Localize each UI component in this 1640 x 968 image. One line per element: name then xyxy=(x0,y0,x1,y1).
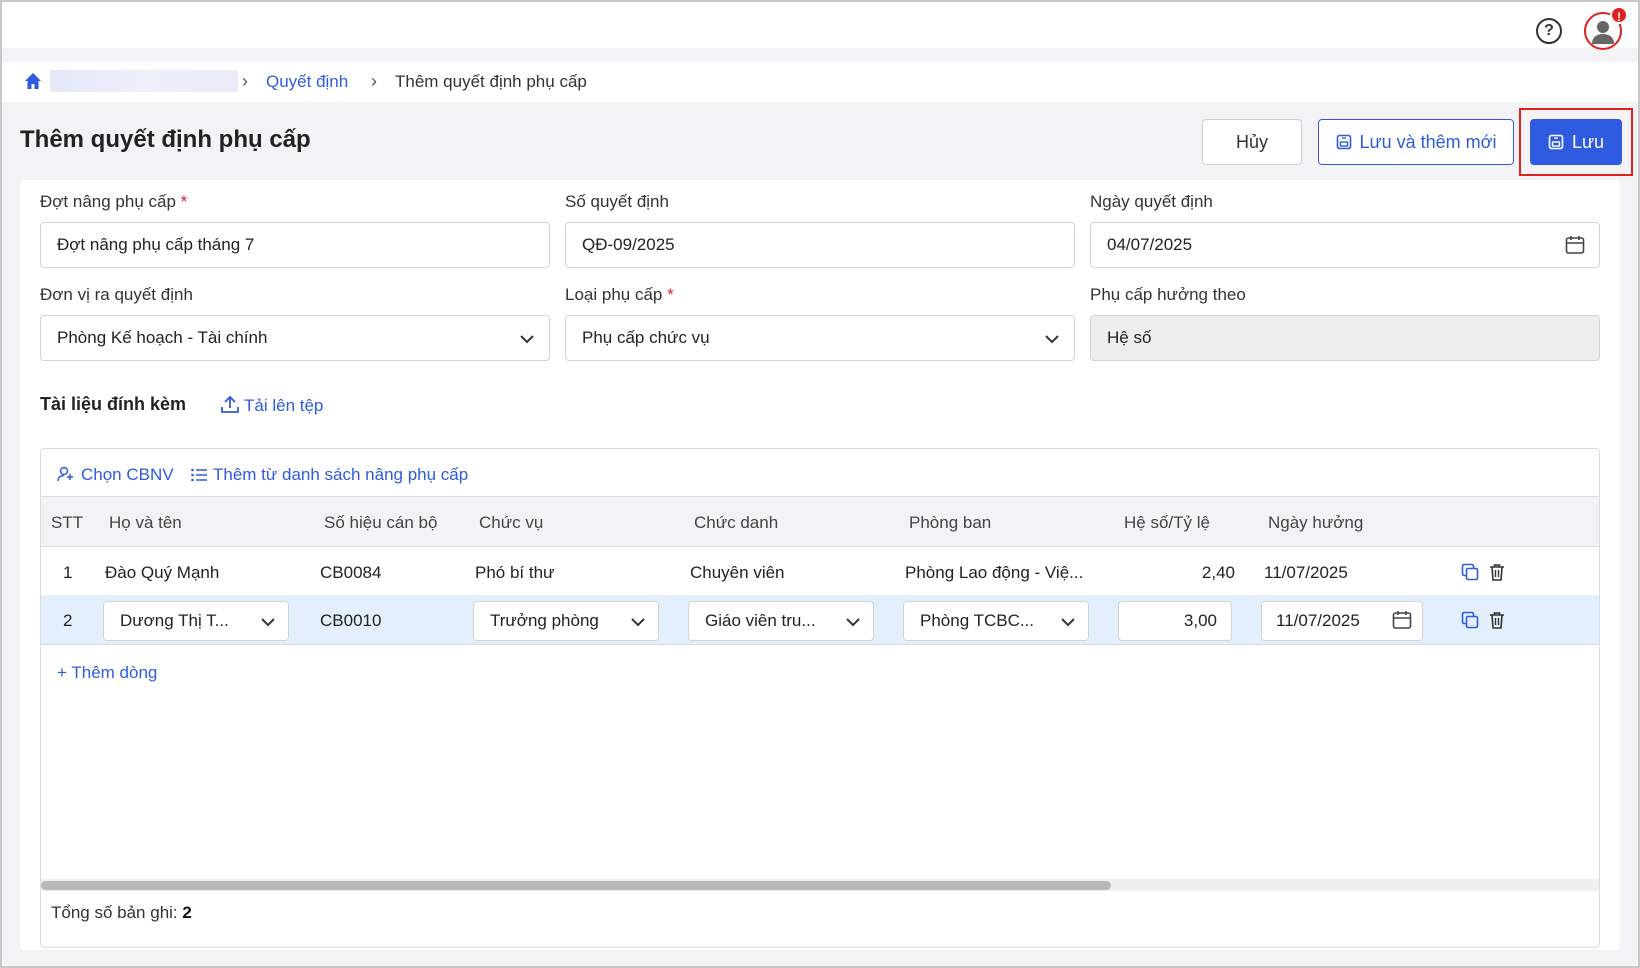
home-icon[interactable] xyxy=(24,72,42,90)
horizontal-scrollbar[interactable] xyxy=(41,879,1599,891)
cell-code: CB0084 xyxy=(320,563,382,582)
ngay-quyet-dinh-input[interactable]: 04/07/2025 xyxy=(1090,222,1600,268)
save-button-highlight xyxy=(1519,108,1633,176)
date-input[interactable]: 11/07/2025 xyxy=(1261,601,1423,641)
page-title: Thêm quyết định phụ cấp xyxy=(20,126,311,153)
col-coef: Hệ số/Tỷ lệ xyxy=(1124,513,1210,532)
col-position: Chức vụ xyxy=(479,513,544,532)
breadcrumb-current: Thêm quyết định phụ cấp xyxy=(395,72,587,91)
chevron-right-icon: › xyxy=(242,71,248,91)
trash-icon[interactable] xyxy=(1488,563,1506,581)
upload-file-link[interactable]: Tải lên tệp xyxy=(220,394,323,416)
cell-code: CB0010 xyxy=(320,611,382,630)
attachments-title: Tài liệu đính kèm xyxy=(40,394,187,414)
grid-toolbar: Chọn CBNV Thêm từ danh sách nâng phụ cấp xyxy=(41,449,1599,497)
cell-dept: Phòng Lao động - Việ... xyxy=(905,563,1084,582)
so-quyet-dinh-label: Số quyết định xyxy=(565,192,669,211)
calendar-icon[interactable] xyxy=(1565,235,1585,255)
plus-icon: + xyxy=(57,663,67,682)
scrollbar-thumb[interactable] xyxy=(41,881,1111,890)
add-row-button[interactable]: + Thêm dòng xyxy=(57,663,157,683)
don-vi-label: Đơn vị ra quyết định xyxy=(40,285,193,304)
total-records: Tổng số bản ghi: 2 xyxy=(51,903,192,922)
user-avatar-icon xyxy=(1592,21,1614,44)
save-and-new-label: Lưu và thêm mới xyxy=(1359,132,1497,152)
cell-title: Chuyên viên xyxy=(690,563,785,582)
top-bar: ? ! xyxy=(2,2,1638,50)
trash-icon[interactable] xyxy=(1488,611,1506,629)
upload-icon xyxy=(221,395,239,413)
table-row-selected[interactable]: 2 Dương Thị T... CB0010 Trưởng phòng Giá… xyxy=(41,595,1599,645)
add-from-list-button[interactable]: Thêm từ danh sách nâng phụ cấp xyxy=(191,465,468,485)
chevron-down-icon xyxy=(1045,335,1059,344)
col-code: Số hiệu cán bộ xyxy=(324,513,438,532)
cell-name: Đào Quý Mạnh xyxy=(105,563,220,582)
col-name: Họ và tên xyxy=(109,513,182,532)
form-card: Đợt nâng phụ cấp * Đợt nâng phụ cấp thán… xyxy=(20,180,1620,950)
notification-badge: ! xyxy=(1610,6,1628,24)
copy-icon[interactable] xyxy=(1461,611,1479,629)
cell-position: Phó bí thư xyxy=(475,563,555,582)
chevron-right-icon: › xyxy=(371,71,377,91)
chevron-down-icon xyxy=(1061,618,1075,627)
col-dept: Phòng ban xyxy=(909,513,992,532)
cancel-button[interactable]: Hủy xyxy=(1202,119,1302,165)
dot-nang-label: Đợt nâng phụ cấp * xyxy=(40,192,188,211)
title-select[interactable]: Giáo viên tru... xyxy=(688,601,874,641)
chevron-down-icon xyxy=(631,618,645,627)
cell-stt: 1 xyxy=(63,563,73,582)
cell-date: 11/07/2025 xyxy=(1264,563,1348,582)
staff-grid: Chọn CBNV Thêm từ danh sách nâng phụ cấp… xyxy=(40,448,1600,948)
col-title: Chức danh xyxy=(694,513,779,532)
chevron-down-icon xyxy=(846,618,860,627)
dot-nang-input[interactable]: Đợt nâng phụ cấp tháng 7 xyxy=(40,222,550,268)
huong-theo-label: Phụ cấp hưởng theo xyxy=(1090,285,1246,304)
so-quyet-dinh-input[interactable]: QĐ-09/2025 xyxy=(565,222,1075,268)
cell-coef: 2,40 xyxy=(1201,563,1235,582)
loai-phu-cap-label: Loại phụ cấp * xyxy=(565,285,674,304)
choose-staff-button[interactable]: Chọn CBNV xyxy=(57,465,174,485)
ngay-quyet-dinh-label: Ngày quyết định xyxy=(1090,192,1213,211)
dept-select[interactable]: Phòng TCBC... xyxy=(903,601,1089,641)
huong-theo-field: Hệ số xyxy=(1090,315,1600,361)
list-icon xyxy=(191,468,207,482)
save-and-new-button[interactable]: Lưu và thêm mới xyxy=(1318,119,1514,165)
breadcrumb-link-decisions[interactable]: Quyết định xyxy=(266,72,348,92)
calendar-icon[interactable] xyxy=(1392,610,1412,630)
col-stt: STT xyxy=(51,513,84,532)
breadcrumb: › Quyết định › Thêm quyết định phụ cấp xyxy=(2,62,1638,102)
help-icon[interactable]: ? xyxy=(1536,18,1562,44)
position-select[interactable]: Trưởng phòng xyxy=(473,601,659,641)
col-date: Ngày hưởng xyxy=(1268,513,1364,532)
coef-input[interactable]: 3,00 xyxy=(1118,601,1232,641)
table-row[interactable]: 1 Đào Quý Mạnh CB0084 Phó bí thư Chuyên … xyxy=(41,547,1599,597)
don-vi-select[interactable]: Phòng Kế hoạch - Tài chính xyxy=(40,315,550,361)
copy-icon[interactable] xyxy=(1461,563,1479,581)
loai-phu-cap-select[interactable]: Phụ cấp chức vụ xyxy=(565,315,1075,361)
user-add-icon xyxy=(57,466,73,482)
chevron-down-icon xyxy=(261,618,275,627)
grid-header: STT Họ và tên Số hiệu cán bộ Chức vụ Chứ… xyxy=(41,497,1599,547)
breadcrumb-blurred-item[interactable] xyxy=(50,70,238,92)
save-icon xyxy=(1336,134,1351,150)
name-select[interactable]: Dương Thị T... xyxy=(103,601,289,641)
cell-stt: 2 xyxy=(63,611,73,630)
chevron-down-icon xyxy=(520,335,534,344)
